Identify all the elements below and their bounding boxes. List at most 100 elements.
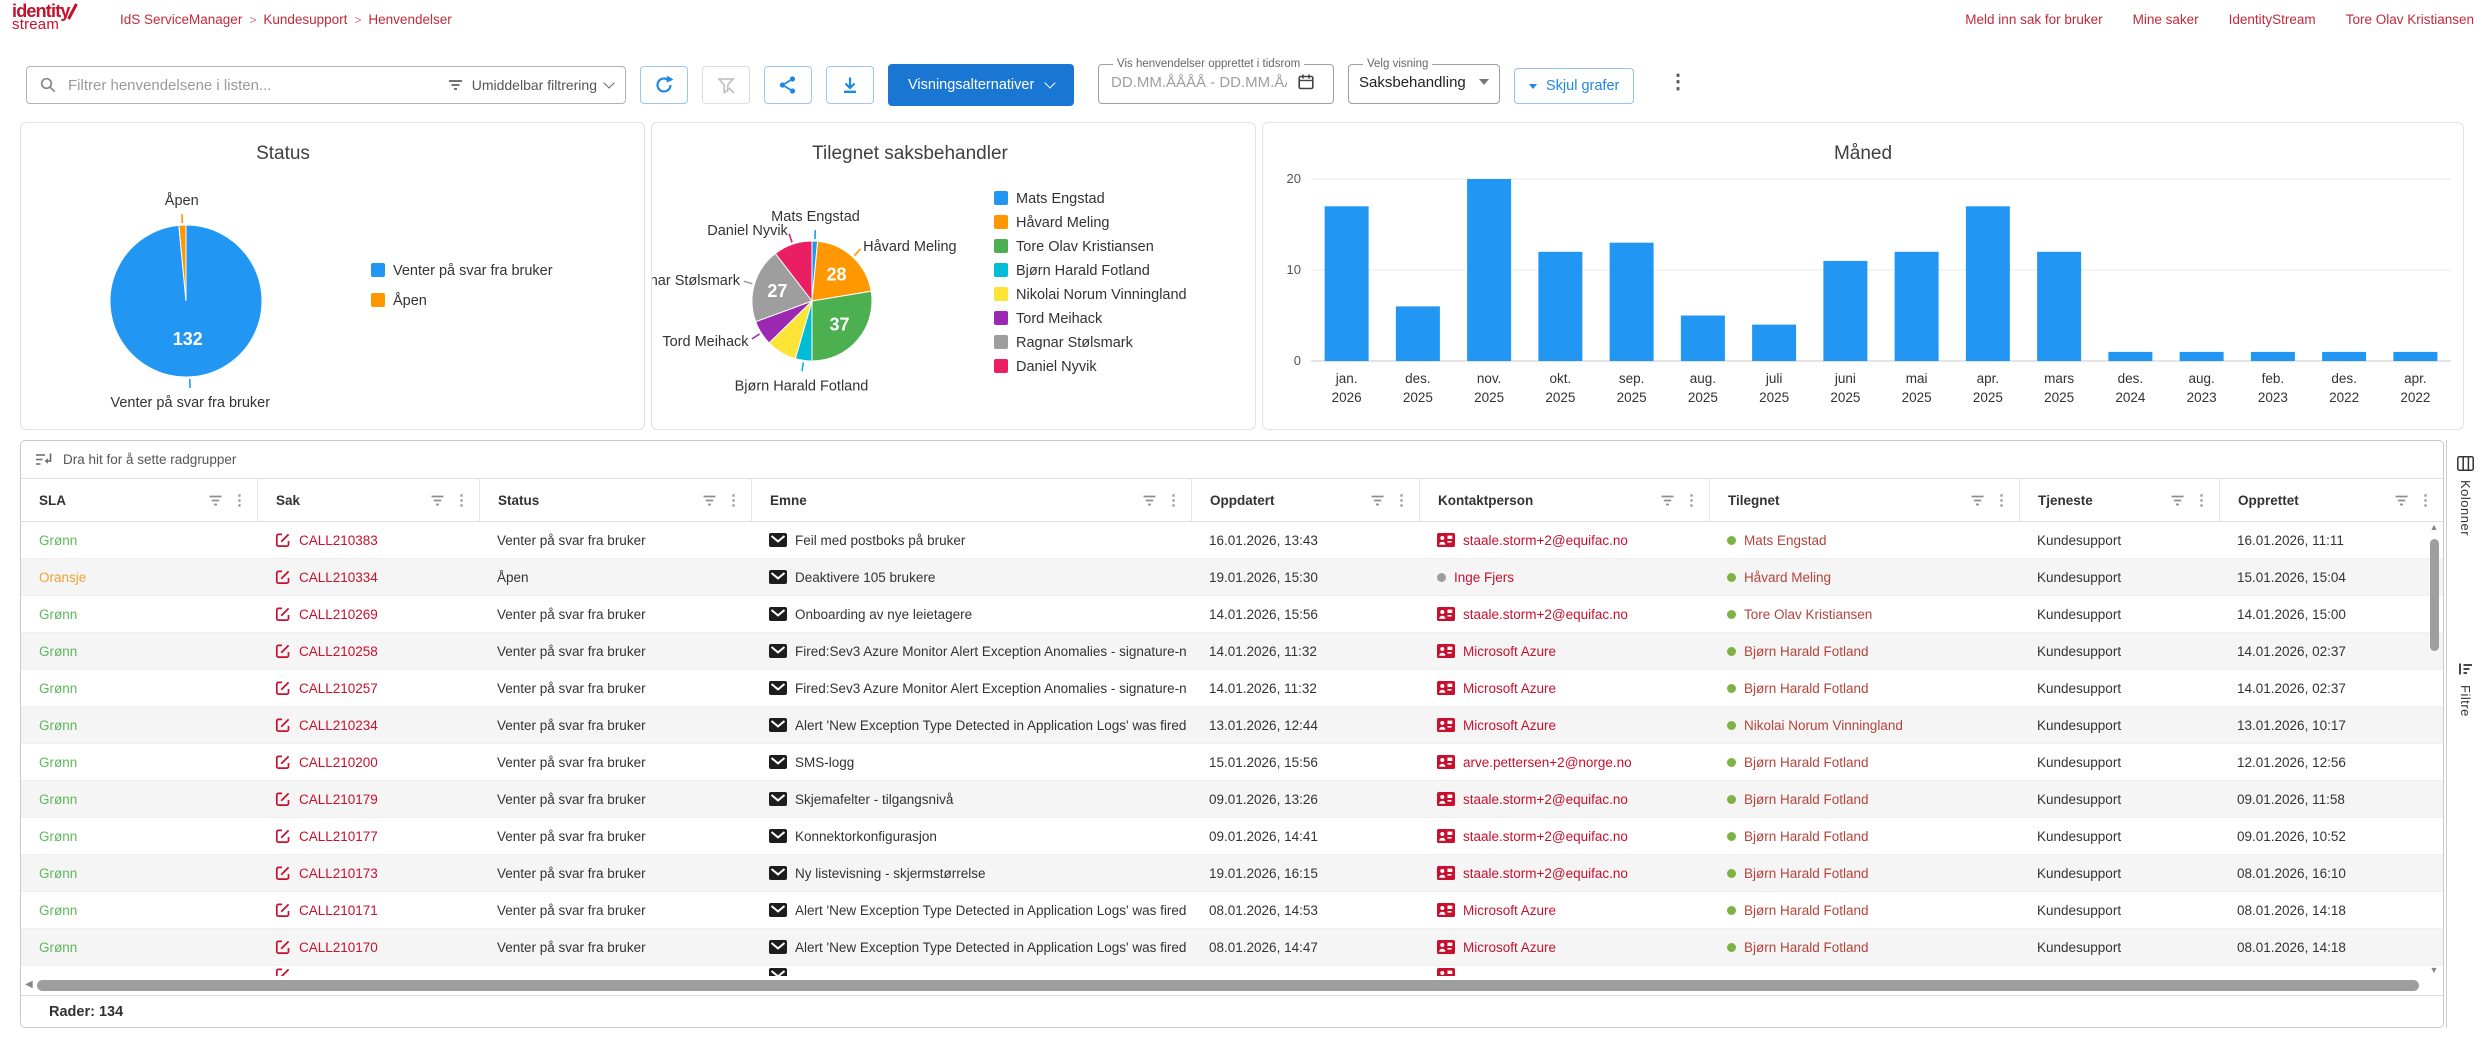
assignee-link[interactable]: Bjørn Harald Fotland [1744, 681, 1869, 696]
case-link[interactable]: CALL210234 [299, 718, 378, 733]
column-filter-icon[interactable] [1660, 494, 1675, 507]
legend-swatch[interactable] [994, 287, 1008, 301]
legend-swatch[interactable] [371, 293, 385, 307]
scroll-up-icon[interactable]: ▲ [2430, 523, 2439, 532]
edit-case-icon[interactable] [275, 902, 291, 918]
bar[interactable] [2180, 352, 2224, 361]
legend-swatch[interactable] [994, 335, 1008, 349]
top-link[interactable]: Tore Olav Kristiansen [2346, 12, 2474, 27]
column-menu-icon[interactable]: ⋮ [2194, 491, 2209, 509]
bar[interactable] [2251, 352, 2295, 361]
horizontal-scrollbar[interactable]: ◀ [25, 977, 2419, 993]
table-row[interactable]: GrønnCALL210383Venter på svar fra bruker… [21, 522, 2443, 559]
share-button[interactable] [764, 66, 812, 104]
date-range-input[interactable] [1109, 73, 1289, 92]
column-filter-icon[interactable] [430, 494, 445, 507]
edit-case-icon[interactable] [275, 532, 291, 548]
breadcrumb-item[interactable]: Kundesupport [263, 12, 347, 27]
hide-charts-button[interactable]: Skjul grafer [1514, 68, 1634, 104]
table-row[interactable]: GrønnCALL210257Venter på svar fra bruker… [21, 670, 2443, 707]
legend-swatch[interactable] [994, 263, 1008, 277]
contact-link[interactable]: Microsoft Azure [1463, 644, 1556, 659]
side-tab-kolonner[interactable]: Kolonner [2447, 456, 2484, 536]
bar[interactable] [2322, 352, 2366, 361]
table-row[interactable]: GrønnCALL210200Venter på svar fra bruker… [21, 744, 2443, 781]
column-header-kontakt[interactable]: Kontaktperson⋮ [1419, 479, 1709, 521]
table-row-partial[interactable] [21, 966, 2443, 976]
column-menu-icon[interactable]: ⋮ [232, 491, 247, 509]
breadcrumb-item[interactable]: IdS ServiceManager [120, 12, 242, 27]
legend-label[interactable]: Tore Olav Kristiansen [1016, 239, 1154, 255]
contact-link[interactable]: Microsoft Azure [1463, 718, 1556, 733]
table-row[interactable]: GrønnCALL210269Venter på svar fra bruker… [21, 596, 2443, 633]
contact-link[interactable]: arve.pettersen+2@norge.no [1463, 755, 1632, 770]
download-button[interactable] [826, 66, 874, 104]
top-link[interactable]: IdentityStream [2229, 12, 2316, 27]
legend-label[interactable]: Åpen [393, 292, 427, 309]
table-row[interactable]: GrønnCALL210179Venter på svar fra bruker… [21, 781, 2443, 818]
bar[interactable] [1966, 206, 2010, 361]
case-link[interactable]: CALL210269 [299, 607, 378, 622]
table-row[interactable]: GrønnCALL210173Venter på svar fra bruker… [21, 855, 2443, 892]
table-row[interactable]: GrønnCALL210258Venter på svar fra bruker… [21, 633, 2443, 670]
bar[interactable] [1396, 306, 1440, 361]
contact-link[interactable]: staale.storm+2@equifac.no [1463, 829, 1628, 844]
view-select-field[interactable]: Velg visning Saksbehandling [1348, 58, 1500, 104]
assignee-link[interactable]: Håvard Meling [1744, 570, 1831, 585]
assignee-link[interactable]: Nikolai Norum Vinningland [1744, 718, 1903, 733]
column-filter-icon[interactable] [2170, 494, 2185, 507]
legend-label[interactable]: Venter på svar fra bruker [393, 263, 553, 279]
edit-case-icon[interactable] [275, 791, 291, 807]
bar[interactable] [2108, 352, 2152, 361]
top-link[interactable]: Mine saker [2133, 12, 2199, 27]
bar[interactable] [1610, 243, 1654, 361]
legend-label[interactable]: Nikolai Norum Vinningland [1016, 287, 1187, 303]
edit-case-icon[interactable] [275, 680, 291, 696]
horizontal-scroll-thumb[interactable] [37, 980, 2419, 991]
case-link[interactable]: CALL210258 [299, 644, 378, 659]
contact-link[interactable]: Microsoft Azure [1463, 681, 1556, 696]
table-row[interactable]: GrønnCALL210170Venter på svar fra bruker… [21, 929, 2443, 966]
breadcrumb-item[interactable]: Henvendelser [368, 12, 451, 27]
column-header-oppdatert[interactable]: Oppdatert⋮ [1191, 479, 1419, 521]
case-link[interactable]: CALL210173 [299, 866, 378, 881]
instant-filter-dropdown[interactable]: Umiddelbar filtrering [447, 77, 613, 93]
legend-label[interactable]: Håvard Meling [1016, 215, 1110, 231]
contact-link[interactable]: Inge Fjers [1454, 570, 1514, 585]
assignee-link[interactable]: Bjørn Harald Fotland [1744, 829, 1869, 844]
case-link[interactable]: CALL210177 [299, 829, 378, 844]
bar[interactable] [1823, 261, 1867, 361]
assignee-link[interactable]: Mats Engstad [1744, 533, 1827, 548]
bar[interactable] [1325, 206, 1369, 361]
scroll-left-icon[interactable]: ◀ [25, 980, 33, 990]
assignee-link[interactable]: Bjørn Harald Fotland [1744, 792, 1869, 807]
assignee-link[interactable]: Bjørn Harald Fotland [1744, 644, 1869, 659]
column-menu-icon[interactable]: ⋮ [726, 491, 741, 509]
assignee-link[interactable]: Bjørn Harald Fotland [1744, 866, 1869, 881]
refresh-button[interactable] [640, 66, 688, 104]
column-header-emne[interactable]: Emne⋮ [751, 479, 1191, 521]
column-filter-icon[interactable] [1970, 494, 1985, 507]
contact-link[interactable]: Microsoft Azure [1463, 903, 1556, 918]
edit-case-icon[interactable] [275, 717, 291, 733]
case-link[interactable]: CALL210170 [299, 940, 378, 955]
legend-label[interactable]: Mats Engstad [1016, 191, 1105, 207]
table-row[interactable]: GrønnCALL210171Venter på svar fra bruker… [21, 892, 2443, 929]
legend-swatch[interactable] [994, 215, 1008, 229]
column-filter-icon[interactable] [2394, 494, 2409, 507]
case-link[interactable]: CALL210257 [299, 681, 378, 696]
legend-label[interactable]: Tord Meihack [1016, 311, 1103, 327]
view-options-button[interactable]: Visningsalternativer [888, 64, 1074, 106]
assignee-link[interactable]: Bjørn Harald Fotland [1744, 940, 1869, 955]
edit-case-icon[interactable] [275, 828, 291, 844]
filter-input[interactable] [66, 76, 438, 95]
legend-swatch[interactable] [994, 191, 1008, 205]
column-menu-icon[interactable]: ⋮ [1684, 491, 1699, 509]
contact-link[interactable]: staale.storm+2@equifac.no [1463, 607, 1628, 622]
case-link[interactable]: CALL210383 [299, 533, 378, 548]
contact-link[interactable]: staale.storm+2@equifac.no [1463, 792, 1628, 807]
assignee-link[interactable]: Bjørn Harald Fotland [1744, 903, 1869, 918]
edit-case-icon[interactable] [275, 865, 291, 881]
assignee-link[interactable]: Bjørn Harald Fotland [1744, 755, 1869, 770]
edit-case-icon[interactable] [275, 606, 291, 622]
